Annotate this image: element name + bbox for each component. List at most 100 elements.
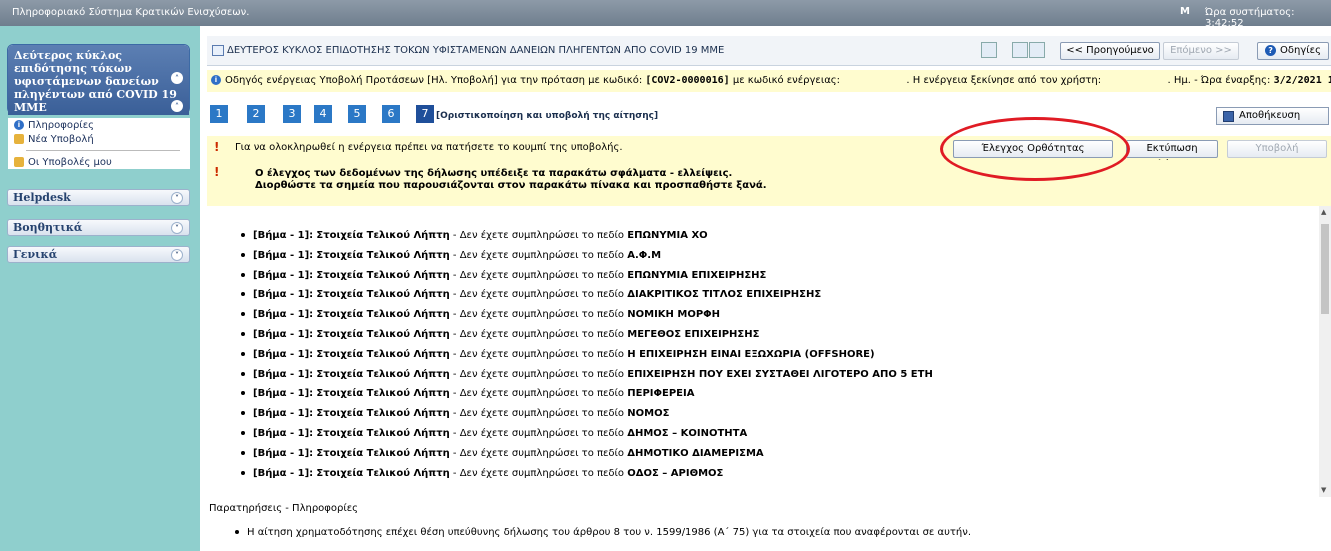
step-2[interactable]: 2: [247, 105, 265, 123]
wizard-info-action: με κωδικό ενέργειας:: [732, 75, 841, 86]
program-menu: i Πληροφορίες Νέα Υποβολή Οι Υποβολές μο…: [8, 118, 190, 169]
error-step: [Βήμα - 1]:: [253, 230, 314, 241]
chevron-down-icon[interactable]: ˅: [171, 249, 183, 261]
error-section: Στοιχεία Τελικού Λήπτη: [316, 230, 450, 241]
step-6[interactable]: 6: [382, 105, 400, 123]
start-time-value: 3/2/2021 1:32:34 μμ: [1273, 75, 1331, 86]
page-title: ΔΕΥΤΕΡΟΣ ΚΥΚΛΟΣ ΕΠΙΔΟΤΗΣΗΣ ΤΟΚΩΝ ΥΦΙΣΤΑΜ…: [227, 45, 725, 56]
annotation-circle: [940, 117, 1130, 181]
image-icon[interactable]: [1029, 42, 1045, 58]
step-5[interactable]: 5: [348, 105, 366, 123]
error-section: Στοιχεία Τελικού Λήπτη: [316, 428, 450, 439]
info-icon: i: [211, 75, 221, 85]
error-section: Στοιχεία Τελικού Λήπτη: [316, 269, 450, 281]
step-1[interactable]: 1: [210, 105, 228, 123]
step-4[interactable]: 4: [314, 105, 332, 123]
error-section: Στοιχεία Τελικού Λήπτη: [316, 408, 450, 420]
sidebar-item-my-submissions[interactable]: Οι Υποβολές μου: [8, 155, 190, 169]
section-label: Βοηθητικά: [13, 221, 83, 234]
error-row: [Βήμα - 1]: Στοιχεία Τελικού Λήπτη - Δεν…: [241, 388, 694, 399]
error-step: [Βήμα - 1]:: [253, 447, 314, 459]
error-message: - Δεν έχετε συμπληρώσει το πεδίο: [452, 289, 625, 301]
error-section: Στοιχεία Τελικού Λήπτη: [316, 249, 450, 261]
error-row: [Βήμα - 1]: Στοιχεία Τελικού Λήπτη - Δεν…: [241, 428, 747, 439]
chevron-down-icon[interactable]: ˅: [171, 192, 183, 204]
sidebar-item-new-submission[interactable]: Νέα Υποβολή: [8, 132, 190, 146]
proposal-code: [COV2-0000016]: [645, 75, 730, 86]
error-row: [Βήμα - 1]: Στοιχεία Τελικού Λήπτη - Δεν…: [241, 448, 764, 459]
program-panel-header[interactable]: Δεύτερος κύκλος επιδότησης τόκων υφιστάμ…: [8, 45, 189, 115]
error-message: - Δεν έχετε συμπληρώσει το πεδίο: [452, 269, 625, 281]
chevron-up-icon[interactable]: ˄: [171, 100, 183, 112]
error-step: [Βήμα - 1]:: [253, 329, 314, 340]
notes-section: Παρατηρήσεις - Πληροφορίες Η αίτηση χρημ…: [207, 497, 1331, 551]
error-field: ΝΟΜΟΣ: [627, 408, 670, 420]
error-message: - Δεν έχετε συμπληρώσει το πεδίο: [452, 467, 625, 479]
table-icon[interactable]: [1012, 42, 1028, 58]
next-button[interactable]: Επόμενο >>: [1163, 42, 1239, 60]
error-row: [Βήμα - 1]: Στοιχεία Τελικού Λήπτη - Δεν…: [241, 250, 661, 261]
chevron-down-icon[interactable]: ˅: [171, 222, 183, 234]
save-button[interactable]: Αποθήκευση: [1216, 107, 1329, 125]
error-field: ΜΕΓΕΘΟΣ ΕΠΙΧΕΙΡΗΣΗΣ: [627, 329, 760, 340]
error-message: - Δεν έχετε συμπληρώσει το πεδίο: [452, 388, 625, 400]
error-field: ΔΗΜΟΤΙΚΟ ΔΙΑΜΕΡΙΣΜΑ: [627, 447, 764, 459]
sidebar-item-info[interactable]: i Πληροφορίες: [8, 118, 190, 132]
error-step: [Βήμα - 1]:: [253, 467, 314, 479]
bullet: [241, 391, 245, 396]
error-step: [Βήμα - 1]:: [253, 368, 314, 380]
error-field: ΕΠΩΝΥΜΙΑ ΧΟ: [627, 230, 708, 241]
bullet: [241, 252, 245, 257]
submit-button[interactable]: Υποβολή: [1227, 140, 1327, 158]
program-panel: Δεύτερος κύκλος επιδότησης τόκων υφιστάμ…: [7, 44, 190, 115]
scroll-down-icon[interactable]: ▼: [1321, 486, 1326, 494]
help-label: Οδηγίες: [1280, 45, 1321, 56]
step-3[interactable]: 3: [283, 105, 301, 123]
error-summary: ! Ο έλεγχος των δεδομένων της δήλωσης υπ…: [207, 160, 1331, 206]
sidebar-item-label: Οι Υποβολές μου: [28, 156, 112, 168]
error-section: Στοιχεία Τελικού Λήπτη: [316, 447, 450, 459]
error-row: [Βήμα - 1]: Στοιχεία Τελικού Λήπτη - Δεν…: [241, 369, 933, 380]
error-step: [Βήμα - 1]:: [253, 428, 314, 439]
error-row: [Βήμα - 1]: Στοιχεία Τελικού Λήπτη - Δεν…: [241, 309, 720, 320]
bullet: [241, 292, 245, 297]
error-section: Στοιχεία Τελικού Λήπτη: [316, 289, 450, 301]
error-list-scrollbar[interactable]: ▲ ▼: [1319, 206, 1331, 497]
sidebar-section-general[interactable]: Γενικά ˅: [7, 246, 190, 263]
step-7[interactable]: 7: [416, 105, 434, 123]
help-button[interactable]: ? Οδηγίες: [1257, 42, 1329, 60]
scrollbar-thumb[interactable]: [1321, 224, 1329, 314]
chevron-up-icon[interactable]: ˄: [171, 72, 183, 84]
edit-icon[interactable]: [981, 42, 997, 58]
error-section: Στοιχεία Τελικού Λήπτη: [316, 348, 450, 360]
user-icon: M: [1180, 6, 1190, 17]
bullet: [241, 233, 245, 237]
error-message: - Δεν έχετε συμπληρώσει το πεδίο: [452, 447, 625, 459]
sidebar-section-tools[interactable]: Βοηθητικά ˅: [7, 219, 190, 236]
bullet: [241, 351, 245, 356]
error-section: Στοιχεία Τελικού Λήπτη: [316, 467, 450, 479]
app-title: Πληροφοριακό Σύστημα Κρατικών Ενισχύσεων…: [12, 7, 250, 18]
error-list: [Βήμα - 1]: Στοιχεία Τελικού Λήπτη - Δεν…: [207, 206, 1319, 497]
bullet: [241, 312, 245, 317]
sidebar-section-helpdesk[interactable]: Helpdesk ˅: [7, 189, 190, 206]
error-row: [Βήμα - 1]: Στοιχεία Τελικού Λήπτη - Δεν…: [241, 329, 759, 340]
save-label: Αποθήκευση: [1239, 110, 1301, 121]
error-step: [Βήμα - 1]:: [253, 388, 314, 400]
error-field: ΔΙΑΚΡΙΤΙΚΟΣ ΤΙΤΛΟΣ ΕΠΙΧΕΙΡΗΣΗΣ: [627, 289, 822, 301]
notes-line-text: Η αίτηση χρηματοδότησης επέχει θέση υπεύ…: [247, 527, 971, 538]
error-message: - Δεν έχετε συμπληρώσει το πεδίο: [452, 329, 625, 340]
error-section: Στοιχεία Τελικού Λήπτη: [316, 309, 450, 321]
error-field: ΝΟΜΙΚΗ ΜΟΡΦΗ: [627, 309, 721, 321]
print-check-button[interactable]: Εκτύπωση Ελέγχου: [1126, 140, 1218, 170]
scroll-up-icon[interactable]: ▲: [1321, 208, 1326, 216]
error-step: [Βήμα - 1]:: [253, 408, 314, 420]
error-step: [Βήμα - 1]:: [253, 249, 314, 261]
error-message: - Δεν έχετε συμπληρώσει το πεδίο: [452, 230, 625, 241]
bullet: [241, 450, 245, 455]
error-section: Στοιχεία Τελικού Λήπτη: [316, 388, 450, 400]
error-message: - Δεν έχετε συμπληρώσει το πεδίο: [452, 309, 625, 321]
prev-button[interactable]: << Προηγούμενο: [1060, 42, 1160, 60]
error-step: [Βήμα - 1]:: [253, 289, 314, 301]
start-time-label: . Ημ. - Ώρα έναρξης:: [1167, 75, 1271, 86]
